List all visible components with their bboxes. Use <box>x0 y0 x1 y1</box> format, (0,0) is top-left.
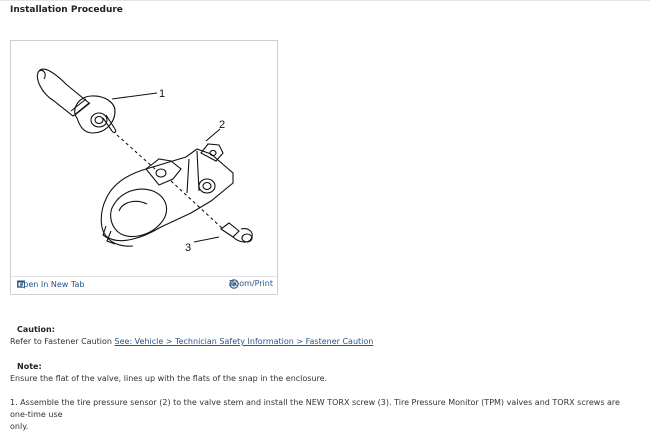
open-new-tab-label: Open In New Tab <box>17 280 85 289</box>
zoom-print-link[interactable]: Zoom/Print <box>229 279 273 289</box>
top-divider <box>0 0 650 1</box>
step-1-text: 1. Assemble the tire pressure sensor (2)… <box>10 397 640 433</box>
valve-stem <box>36 68 117 134</box>
caution-prefix: Refer to Fastener Caution <box>10 337 115 346</box>
step-1-line-2: only. <box>10 422 29 431</box>
callout-3: 3 <box>185 242 191 254</box>
zoom-plus-icon <box>229 279 239 289</box>
open-new-tab-link[interactable]: Open In New Tab <box>17 280 84 289</box>
open-new-tab-icon <box>17 280 25 288</box>
note-title: Note: <box>17 362 42 371</box>
tpms-diagram[interactable]: 1 2 3 <box>11 41 277 277</box>
callout-2: 2 <box>219 119 225 131</box>
tpms-sensor <box>100 143 234 247</box>
illustration-frame: 1 2 3 Open In New Tab Zoom/Print <box>10 40 278 295</box>
callout-1: 1 <box>159 88 165 100</box>
caution-text: Refer to Fastener Caution See: Vehicle >… <box>10 336 373 348</box>
figure-toolbar: Open In New Tab Zoom/Print <box>11 276 277 294</box>
torx-screw <box>220 222 253 243</box>
fastener-caution-link[interactable]: See: Vehicle > Technician Safety Informa… <box>115 337 374 346</box>
note-text: Ensure the flat of the valve, lines up w… <box>10 374 328 383</box>
section-heading: Installation Procedure <box>10 5 123 15</box>
caution-title: Caution: <box>17 325 55 334</box>
step-1-line-1: 1. Assemble the tire pressure sensor (2)… <box>10 398 620 419</box>
